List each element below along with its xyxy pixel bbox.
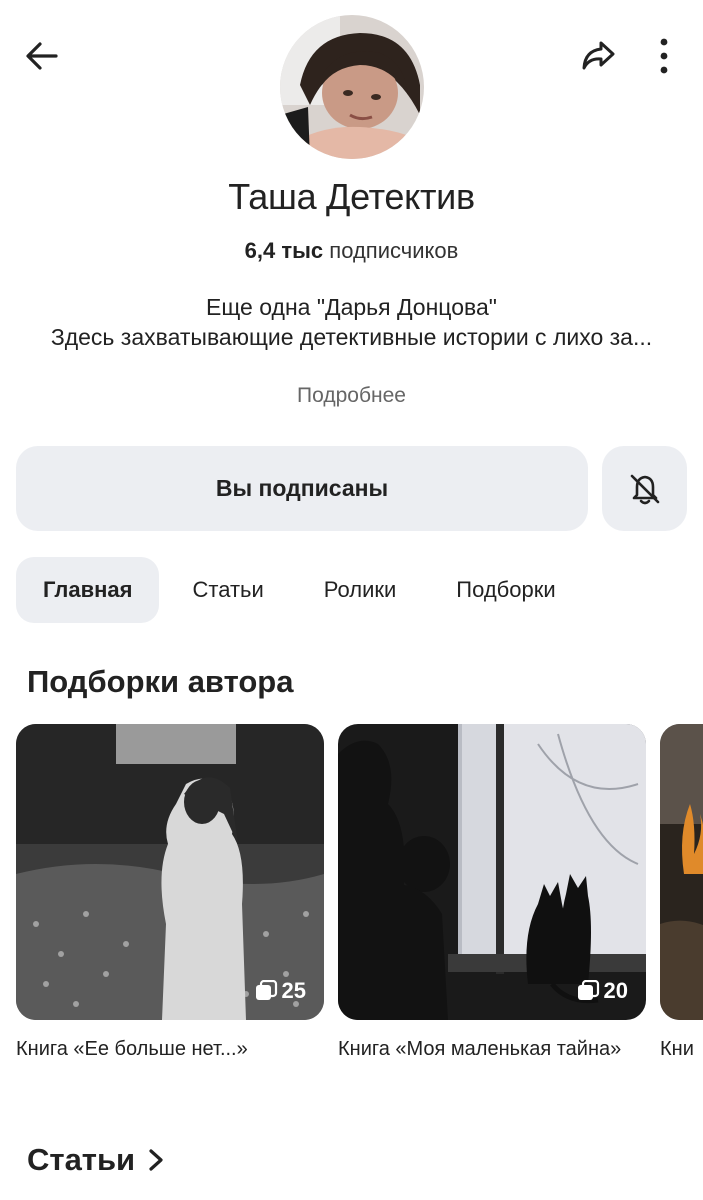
avatar[interactable] [280,15,424,159]
collection-count-2: 20 [576,978,628,1004]
tab-videos[interactable]: Ролики [297,557,424,623]
tab-collections[interactable]: Подборки [429,557,582,623]
collection-cover-1: 25 [16,724,324,1020]
more-vertical-icon [660,38,668,74]
collection-card-3[interactable]: Кни [660,724,703,1063]
avatar-image [280,15,424,159]
more-details-link[interactable]: Подробнее [0,384,703,408]
back-button[interactable] [18,32,66,80]
arrow-left-icon [26,42,58,70]
collection-title-2: Книга «Моя маленькая тайна» [338,1038,622,1060]
collection-title-3: Кни [660,1038,694,1060]
chevron-right-icon [149,1149,163,1171]
description-line-1: Еще одна "Дарья Донцова" [206,294,497,320]
channel-tabs: Главная Статьи Ролики Подборки [16,557,589,623]
stack-icon [577,980,599,1000]
channel-description: Еще одна "Дарья Донцова" Здесь захватыва… [0,292,703,352]
subscribers-count: 6,4 тыс подписчиков [0,238,703,264]
share-button[interactable] [572,32,624,80]
subscribers-label: подписчиков [329,238,459,263]
collection-count-value-2: 20 [603,978,628,1003]
subscribed-button[interactable]: Вы подписаны [16,446,588,531]
collection-cover-2: 20 [338,724,646,1020]
collection-title-1: Книга «Ее больше нет...» [16,1038,248,1060]
collection-count-1: 25 [254,978,306,1004]
collections-title: Подборки автора [27,664,294,699]
share-icon [582,41,615,70]
articles-section-link[interactable]: Статьи [27,1142,167,1178]
more-options-button[interactable] [642,32,686,80]
stack-icon [255,980,277,1000]
channel-name: Таша Детектив [228,176,475,217]
bell-off-icon [630,474,659,504]
collection-cover-3 [660,724,703,1020]
subscribers-number: 6,4 тыс [244,238,324,263]
collection-card-2[interactable]: 20 Книга «Моя маленькая тайна» [338,724,646,1063]
tab-main[interactable]: Главная [16,557,160,623]
collection-card-1[interactable]: 25 Книга «Ее больше нет...» [16,724,324,1063]
articles-title: Статьи [27,1142,136,1177]
notifications-button[interactable] [602,446,687,531]
tab-articles[interactable]: Статьи [165,557,290,623]
collection-count-value-1: 25 [281,978,306,1003]
description-line-2: Здесь захватывающие детективные истории … [50,324,653,350]
top-bar [0,0,703,170]
